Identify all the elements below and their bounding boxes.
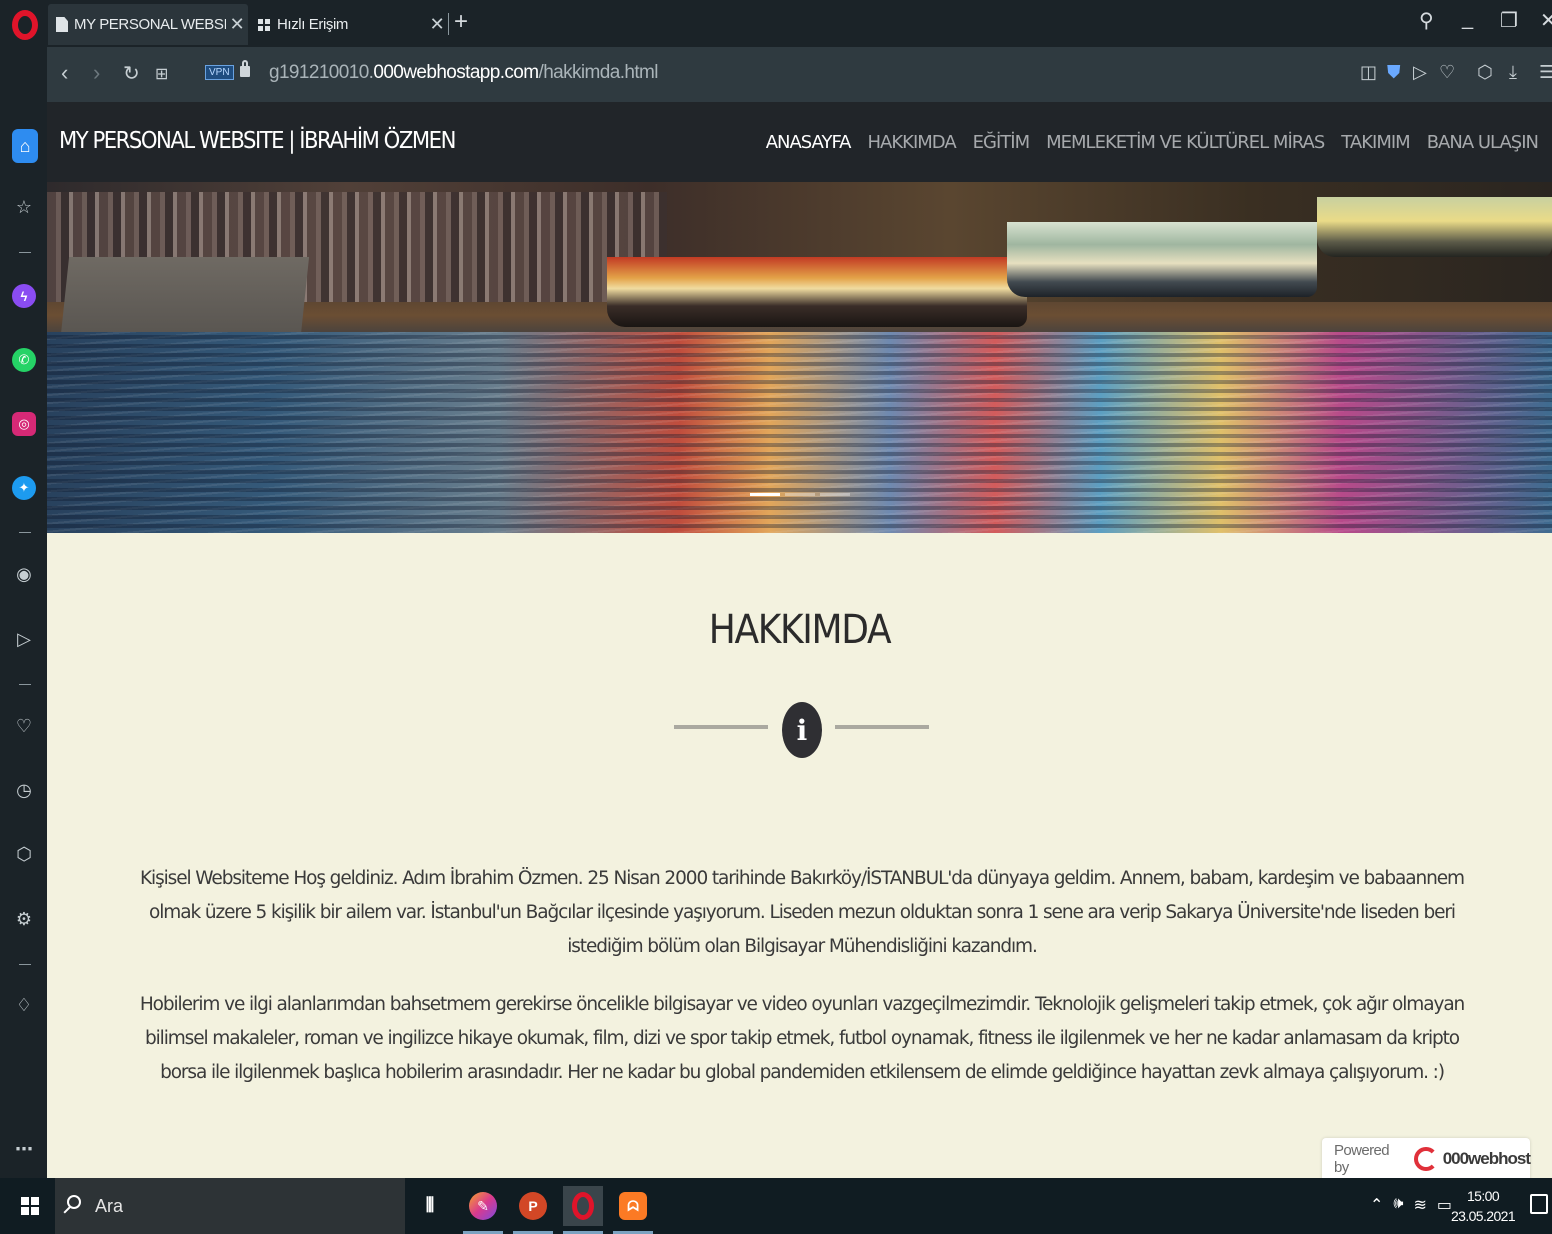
clock[interactable]: 15:00 23.05.2021 — [1448, 1186, 1518, 1226]
player-icon[interactable]: ▷ — [1413, 62, 1427, 83]
forward-icon[interactable]: › — [93, 60, 100, 86]
whatsapp-icon[interactable]: ✆ — [12, 348, 36, 372]
powerpoint-app-icon[interactable]: P — [513, 1186, 553, 1234]
xampp-app-icon[interactable]: ᗣ — [613, 1186, 653, 1234]
twitter-icon[interactable]: ✦ — [12, 476, 36, 500]
close-tab-icon[interactable]: ✕ — [426, 14, 448, 35]
powered-by-label: Powered by — [1334, 1142, 1390, 1176]
about-paragraph: Kişisel Websiteme Hoş geldiniz. Adım İbr… — [140, 868, 1465, 957]
sidebar-separator — [19, 252, 31, 253]
divider-line — [674, 725, 768, 729]
hero-image-istanbul-boats — [47, 182, 1552, 533]
clock-date: 23.05.2021 — [1450, 1208, 1516, 1224]
search-tabs-icon[interactable]: ⚲ — [1419, 8, 1434, 33]
powered-by-badge[interactable]: Powered by 000webhost — [1322, 1138, 1531, 1178]
task-view-icon[interactable]: ⫴ — [410, 1186, 450, 1226]
hero-boat — [1317, 197, 1552, 257]
system-tray: ⌃ 🕪 ≋ ▭ — [1370, 1195, 1452, 1215]
home-icon[interactable]: ⌂ — [12, 129, 38, 163]
hero-water-reflection — [47, 332, 1552, 533]
windows-taskbar: Ara ⫴ ✎ P ᗣ ⌃ 🕪 ≋ ▭ 15:00 23.05.2021 — [0, 1178, 1552, 1234]
site-brand[interactable]: MY PERSONAL WEBSITE | İBRAHİM ÖZMEN — [59, 128, 456, 154]
flow-icon[interactable]: ▷ — [12, 627, 36, 651]
url-prefix: g191210010. — [269, 62, 374, 83]
wifi-icon[interactable]: ≋ — [1413, 1195, 1426, 1215]
back-icon[interactable]: ‹ — [61, 60, 68, 86]
menu-item-takimim[interactable]: TAKIMIM — [1341, 132, 1410, 153]
site-menu: ANASAYFA HAKKIMDA EĞİTİM MEMLEKETİM VE K… — [766, 132, 1539, 153]
volume-icon[interactable]: 🕪 — [1393, 1195, 1403, 1215]
tab-separator — [448, 13, 449, 35]
more-icon[interactable]: ⋯ — [12, 1137, 36, 1161]
url-path: /hakkimda.html — [538, 62, 659, 83]
sidebar-separator — [19, 964, 31, 965]
new-tab-button[interactable]: + — [454, 8, 468, 36]
web-page: MY PERSONAL WEBSITE | İBRAHİM ÖZMEN ANAS… — [47, 102, 1552, 1178]
heart-icon[interactable]: ♡ — [12, 714, 36, 738]
close-tab-icon[interactable]: ✕ — [226, 14, 248, 35]
taskbar-search[interactable]: Ara — [55, 1178, 405, 1234]
chevron-up-icon[interactable]: ⌃ — [1370, 1195, 1383, 1215]
menu-item-anasayfa[interactable]: ANASAYFA — [766, 132, 852, 153]
opera-sidebar: ⌂ ☆ ϟ ✆ ◎ ✦ ◉ ▷ ♡ ◷ ⬡ ⚙ ♢ ⋯ — [0, 47, 47, 1178]
hero-boat — [607, 257, 1027, 327]
tab-speed-dial[interactable]: Hızlı Erişim ✕ — [250, 4, 448, 45]
snapshot-icon[interactable]: ◫ — [1360, 62, 1377, 83]
lightbulb-icon[interactable]: ♢ — [12, 993, 36, 1017]
opera-app-icon[interactable] — [563, 1186, 603, 1234]
shield-icon[interactable]: ⛊ — [1387, 62, 1401, 83]
speed-dial-icon — [258, 18, 270, 31]
sidebar-separator — [19, 532, 31, 533]
hobbies-paragraph: Hobilerim ve ilgi alanlarımdan bahsetmem… — [139, 994, 1465, 1083]
tab-title: MY PERSONAL WEBSITE | İBRAHİM ÖZMEN — [74, 16, 226, 33]
player-icon[interactable]: ◉ — [12, 562, 36, 586]
windows-start-icon[interactable] — [21, 1197, 39, 1215]
sidebar-separator — [19, 684, 31, 685]
carousel-indicator[interactable] — [820, 493, 850, 496]
search-placeholder: Ara — [95, 1196, 124, 1216]
extensions-cube-icon[interactable]: ⬡ — [12, 842, 36, 866]
000webhost-logo-icon — [1413, 1147, 1438, 1171]
menu-item-bana-ulasin[interactable]: BANA ULAŞIN — [1427, 132, 1539, 153]
clock-time: 15:00 — [1466, 1188, 1500, 1204]
lock-icon[interactable] — [240, 60, 250, 77]
search-icon — [67, 1195, 81, 1209]
download-icon[interactable]: ⤓ — [1509, 62, 1517, 83]
divider-line — [835, 725, 929, 729]
tab-active[interactable]: MY PERSONAL WEBSITE | İBRAHİM ÖZMEN ✕ — [48, 4, 248, 45]
vpn-badge[interactable]: VPN — [205, 65, 234, 80]
tab-grid-icon[interactable]: ⊞ — [155, 64, 168, 84]
history-icon[interactable]: ◷ — [12, 778, 36, 802]
notifications-icon[interactable] — [1530, 1194, 1548, 1214]
restore-icon[interactable]: ❐ — [1500, 8, 1518, 33]
close-window-icon[interactable]: ✕ — [1540, 8, 1552, 33]
star-icon[interactable]: ☆ — [12, 195, 36, 219]
settings-gear-icon[interactable]: ⚙ — [12, 907, 36, 931]
menu-item-egitim[interactable]: EĞİTİM — [973, 132, 1030, 153]
easy-setup-icon[interactable]: ☰ — [1539, 62, 1552, 83]
tab-title: Hızlı Erişim — [277, 16, 349, 33]
site-navbar: MY PERSONAL WEBSITE | İBRAHİM ÖZMEN ANAS… — [47, 102, 1552, 182]
url-host: 000webhostapp.com — [373, 62, 539, 83]
messenger-icon[interactable]: ϟ — [12, 284, 36, 308]
menu-item-memleketim[interactable]: MEMLEKETİM VE KÜLTÜREL MİRAS — [1046, 132, 1325, 153]
heart-icon[interactable]: ♡ — [1439, 62, 1455, 83]
instagram-icon[interactable]: ◎ — [12, 412, 36, 436]
reload-icon[interactable]: ↻ — [123, 61, 140, 86]
wallet-cube-icon[interactable]: ⬡ — [1477, 62, 1493, 83]
paint-app-icon[interactable]: ✎ — [463, 1186, 503, 1234]
browser-tab-bar: MY PERSONAL WEBSITE | İBRAHİM ÖZMEN ✕ Hı… — [0, 0, 1552, 47]
carousel-indicator-active[interactable] — [750, 493, 780, 496]
url-field[interactable]: g191210010.000webhostapp.com/hakkimda.ht… — [269, 62, 658, 84]
opera-menu-icon[interactable] — [12, 10, 38, 40]
page-icon — [56, 17, 68, 32]
hero-boat — [1007, 222, 1317, 297]
menu-item-hakkimda[interactable]: HAKKIMDA — [867, 132, 956, 153]
section-title: HAKKIMDA — [708, 607, 892, 653]
powered-by-brand: 000webhost — [1442, 1149, 1531, 1168]
address-bar: ‹ › ↻ ⊞ VPN g191210010.000webhostapp.com… — [47, 47, 1552, 102]
info-icon: i — [782, 702, 822, 758]
minimize-icon[interactable]: _ — [1462, 8, 1473, 31]
carousel-indicator[interactable] — [785, 493, 815, 496]
